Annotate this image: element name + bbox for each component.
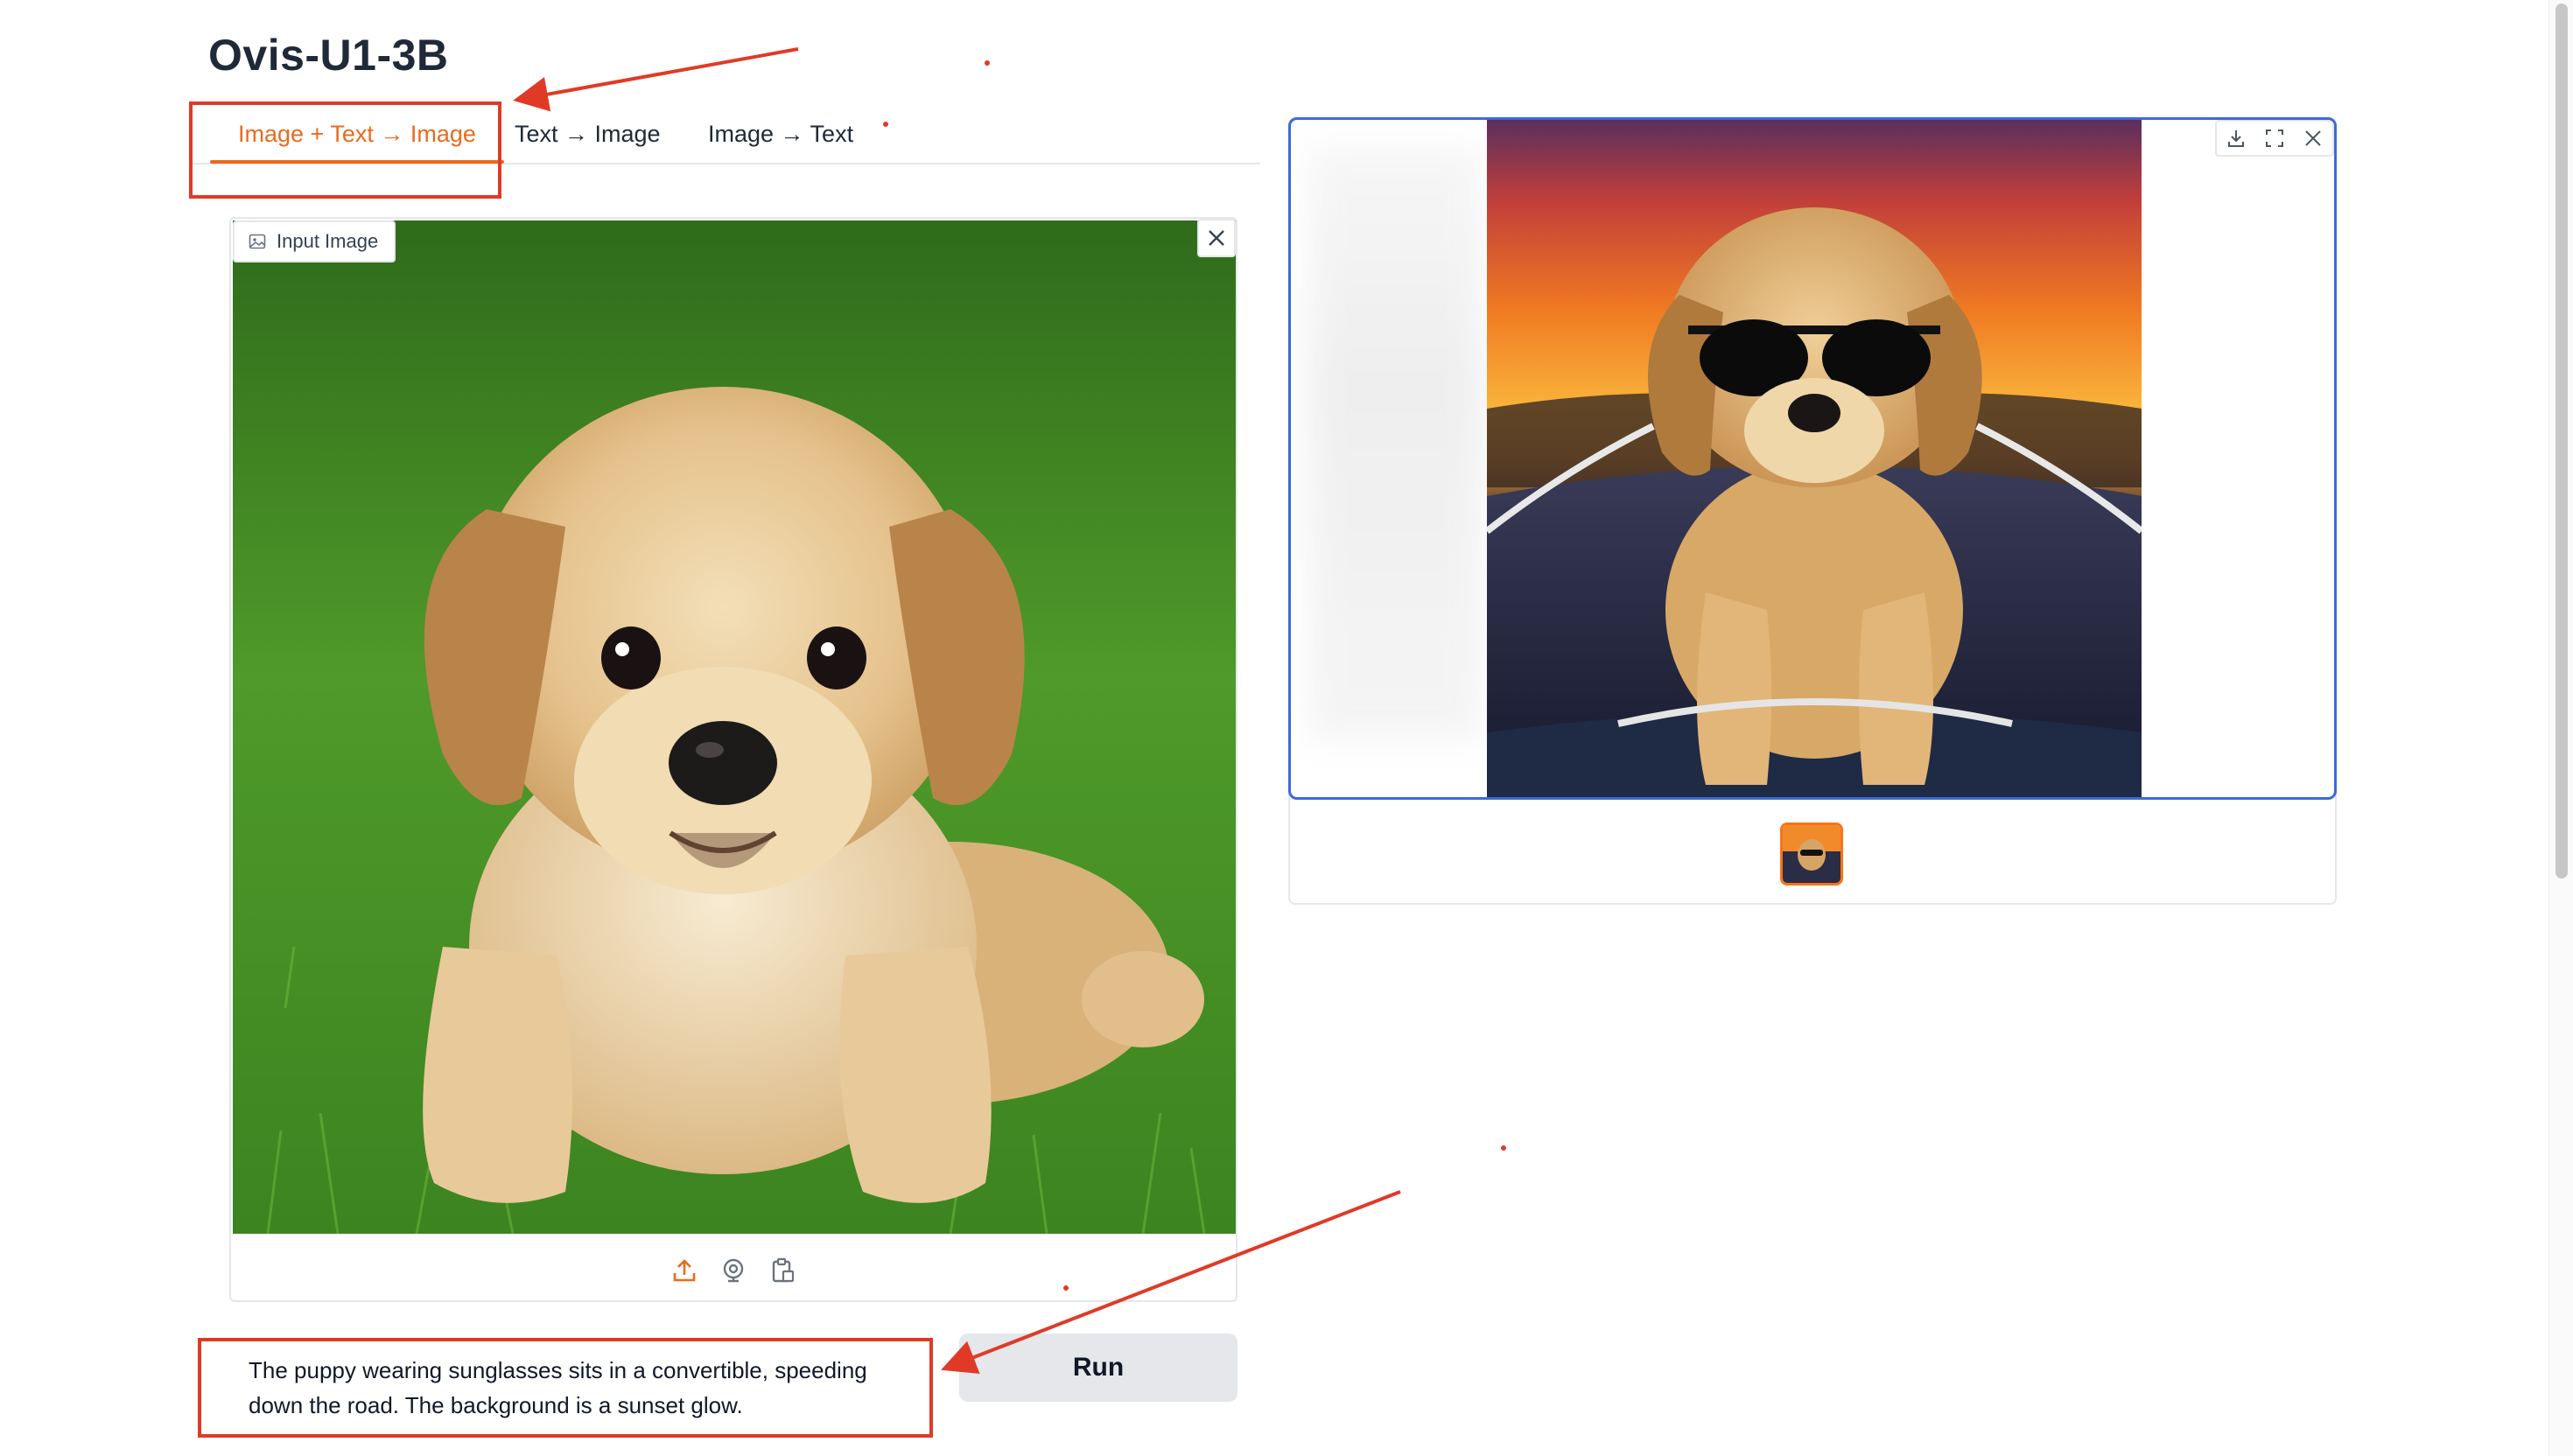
fullscreen-icon	[2265, 129, 2284, 148]
output-toolbar	[2215, 120, 2334, 157]
fullscreen-button[interactable]	[2255, 122, 2294, 155]
scrollbar-thumb[interactable]	[2555, 4, 2568, 878]
page-scrollbar[interactable]	[2548, 0, 2573, 1456]
clear-image-button[interactable]	[1197, 219, 1236, 257]
close-preview-button[interactable]	[2294, 122, 2332, 155]
download-icon	[2226, 129, 2246, 148]
close-icon	[2303, 129, 2323, 148]
close-icon	[1206, 228, 1227, 248]
input-image-label-text: Input Image	[277, 230, 379, 252]
annotation-arrows	[513, 47, 1506, 1374]
input-image-label: Input Image	[233, 220, 396, 262]
download-button[interactable]	[2217, 122, 2255, 155]
image-icon	[249, 233, 266, 250]
